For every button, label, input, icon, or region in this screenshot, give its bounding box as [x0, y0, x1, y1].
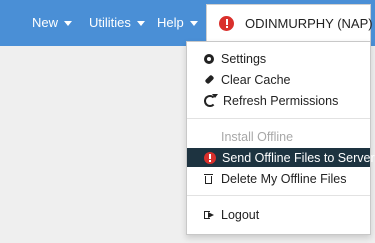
utilities-menu-button[interactable]: Utilities — [89, 15, 145, 31]
menu-item-label: Send Offline Files to Server — [222, 150, 375, 165]
logout-icon — [203, 209, 215, 221]
menu-item-label: Install Offline — [221, 129, 294, 144]
menu-divider — [187, 118, 370, 119]
menu-item-label: Refresh Permissions — [223, 93, 339, 108]
alert-icon — [204, 151, 216, 164]
user-dropdown-menu: Settings Clear Cache Refresh Permissions… — [186, 41, 375, 235]
refresh-icon — [204, 93, 218, 107]
user-menu-button[interactable]: ODINMURPHY (NAP) — [206, 4, 373, 41]
menu-divider — [187, 195, 370, 196]
trash-icon — [203, 173, 215, 185]
caret-down-icon — [189, 20, 198, 26]
alert-icon — [219, 15, 234, 31]
menu-item-logout[interactable]: Logout — [187, 205, 370, 224]
user-name-label: ODINMURPHY (NAP) — [245, 15, 373, 31]
utilities-menu-label: Utilities — [89, 15, 131, 30]
new-menu-button[interactable]: New — [32, 15, 73, 31]
eraser-icon — [203, 74, 215, 86]
menu-item-label: Logout — [221, 207, 260, 222]
new-menu-label: New — [32, 15, 59, 30]
menu-item-label: Settings — [221, 51, 267, 66]
menu-item-label: Delete My Offline Files — [221, 171, 347, 186]
help-menu-label: Help — [157, 15, 184, 30]
menu-item-label: Clear Cache — [221, 72, 291, 87]
help-menu-button[interactable]: Help — [157, 15, 198, 31]
menu-item-clear-cache[interactable]: Clear Cache — [187, 70, 370, 89]
menu-item-refresh-permissions[interactable]: Refresh Permissions — [187, 91, 370, 110]
menu-item-delete-offline-files[interactable]: Delete My Offline Files — [187, 169, 370, 188]
menu-item-install-offline: Install Offline — [187, 127, 370, 146]
caret-down-icon — [64, 20, 73, 26]
menu-item-settings[interactable]: Settings — [187, 49, 370, 68]
caret-down-icon — [136, 20, 145, 26]
menu-item-send-offline-files[interactable]: Send Offline Files to Server — [187, 148, 375, 167]
gear-icon — [204, 53, 214, 64]
